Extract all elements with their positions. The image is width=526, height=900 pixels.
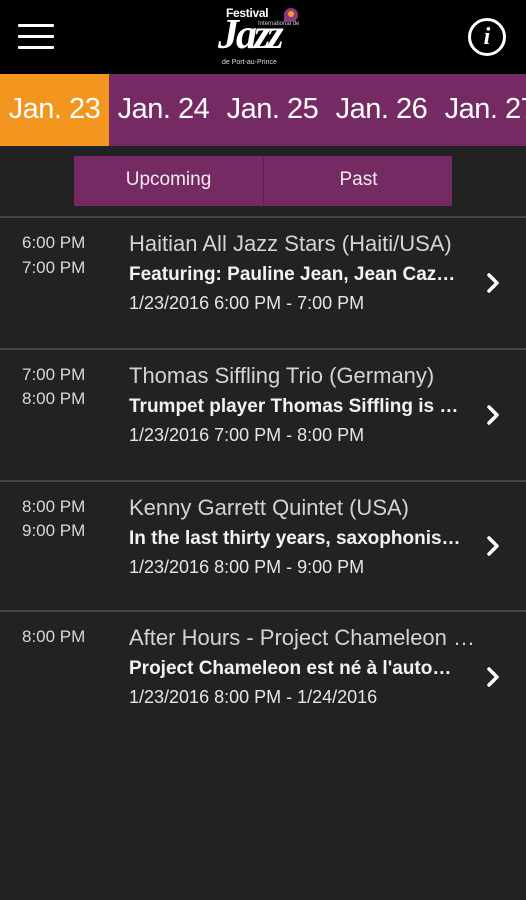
- event-title: Thomas Siffling Trio (Germany): [129, 363, 435, 388]
- tab-jan-26[interactable]: Jan. 26: [327, 74, 436, 146]
- event-end-time: 7:00 PM: [22, 258, 86, 277]
- event-datetime: 1/23/2016 8:00 PM - 1/24/2016: [129, 687, 378, 707]
- event-title: Kenny Garrett Quintet (USA): [129, 495, 409, 520]
- app-screen: Festival Jazz International de de Port-a…: [0, 0, 526, 900]
- chevron-right-icon: [487, 405, 499, 425]
- event-row[interactable]: 8:00 PM After Hours - Project Chameleon …: [0, 612, 526, 742]
- event-description: Project Chameleon est né à l'automne 201…: [129, 658, 463, 679]
- event-description: Trumpet player Thomas Siffling is one of…: [129, 396, 463, 417]
- hamburger-menu-icon[interactable]: [18, 20, 56, 54]
- event-start-time: 6:00 PM: [22, 233, 86, 252]
- menu-line: [18, 24, 54, 27]
- logo-subtitle-bottom: de Port-au-Prince: [222, 59, 277, 66]
- logo-subtitle-top: International de: [258, 21, 300, 27]
- event-end-time: 9:00 PM: [22, 521, 86, 540]
- event-datetime: 1/23/2016 8:00 PM - 9:00 PM: [129, 557, 365, 577]
- upcoming-button[interactable]: Upcoming: [74, 156, 263, 206]
- event-row[interactable]: 8:00 PM 9:00 PM Kenny Garrett Quintet (U…: [0, 482, 526, 612]
- chevron-right-icon: [487, 536, 499, 556]
- info-icon[interactable]: i: [468, 18, 506, 56]
- top-bar: Festival Jazz International de de Port-a…: [0, 0, 526, 74]
- info-glyph: i: [483, 24, 491, 50]
- event-start-time: 8:00 PM: [22, 497, 86, 516]
- event-description: Featuring: Pauline Jean, Jean Caze, Buyu…: [129, 264, 463, 285]
- chevron-right-icon: [487, 667, 499, 687]
- event-row[interactable]: 7:00 PM 8:00 PM Thomas Siffling Trio (Ge…: [0, 350, 526, 480]
- menu-line: [18, 46, 54, 49]
- upcoming-past-toggle: Upcoming Past: [74, 156, 452, 206]
- menu-line: [18, 35, 54, 38]
- chevron-right-icon: [487, 273, 499, 293]
- event-title: After Hours - Project Chameleon (Haiti): [129, 625, 481, 650]
- event-description: In the last thirty years, saxophonist Ke…: [129, 528, 463, 549]
- tab-jan-23[interactable]: Jan. 23: [0, 74, 109, 146]
- past-button[interactable]: Past: [263, 156, 453, 206]
- tab-jan-27[interactable]: Jan. 27: [436, 74, 526, 146]
- event-datetime: 1/23/2016 6:00 PM - 7:00 PM: [129, 293, 365, 313]
- date-tab-bar: Jan. 23 Jan. 24 Jan. 25 Jan. 26 Jan. 27: [0, 74, 526, 146]
- logo-badge-dot: [288, 11, 294, 17]
- event-datetime: 1/23/2016 7:00 PM - 8:00 PM: [129, 425, 365, 445]
- event-row[interactable]: 6:00 PM 7:00 PM Haitian All Jazz Stars (…: [0, 218, 526, 348]
- event-start-time: 7:00 PM: [22, 365, 86, 384]
- event-start-time: 8:00 PM: [22, 627, 86, 646]
- tab-jan-25[interactable]: Jan. 25: [218, 74, 327, 146]
- tab-jan-24[interactable]: Jan. 24: [109, 74, 218, 146]
- festival-logo: Festival Jazz International de de Port-a…: [214, 4, 310, 70]
- event-title: Haitian All Jazz Stars (Haiti/USA): [129, 231, 452, 256]
- event-end-time: 8:00 PM: [22, 389, 86, 408]
